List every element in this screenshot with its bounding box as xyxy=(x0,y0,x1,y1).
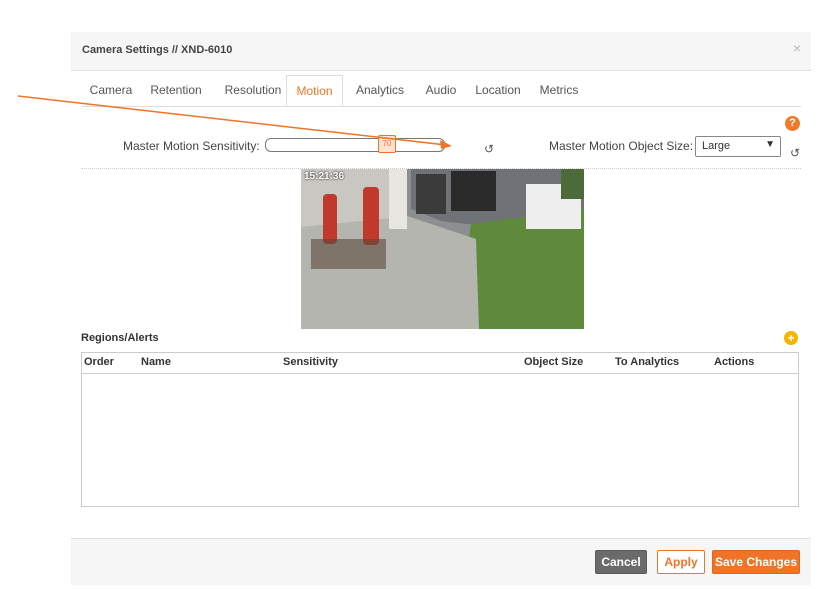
annotation-arrow xyxy=(17,95,452,149)
